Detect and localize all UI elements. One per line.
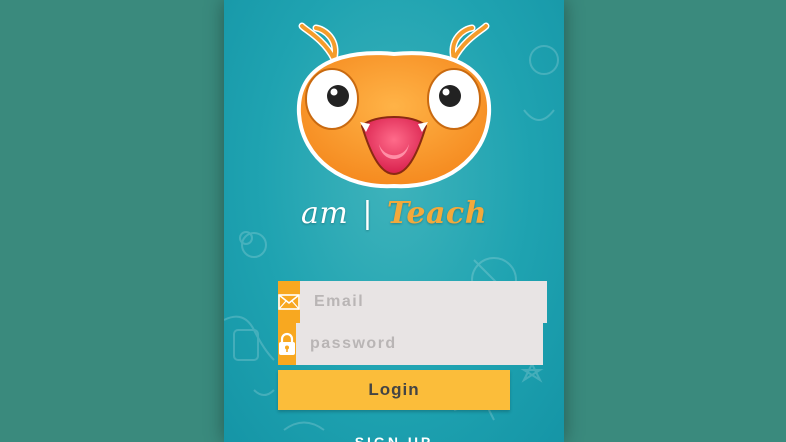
app-brand: am | Teach: [224, 196, 564, 231]
app-screen: am | Teach Login SIGN UP: [224, 0, 564, 442]
signup-link[interactable]: SIGN UP: [224, 434, 564, 442]
envelope-icon: [278, 281, 300, 323]
password-input[interactable]: [296, 323, 543, 365]
mascot-logo: [296, 22, 492, 189]
login-button[interactable]: Login: [278, 370, 510, 410]
email-input[interactable]: [300, 281, 547, 323]
lock-icon: [278, 323, 296, 365]
brand-prefix: am: [300, 196, 349, 231]
email-field-group: [278, 281, 547, 324]
password-field-group: [278, 323, 543, 365]
brand-name: Teach: [387, 196, 488, 231]
brand-separator: |: [362, 196, 373, 231]
